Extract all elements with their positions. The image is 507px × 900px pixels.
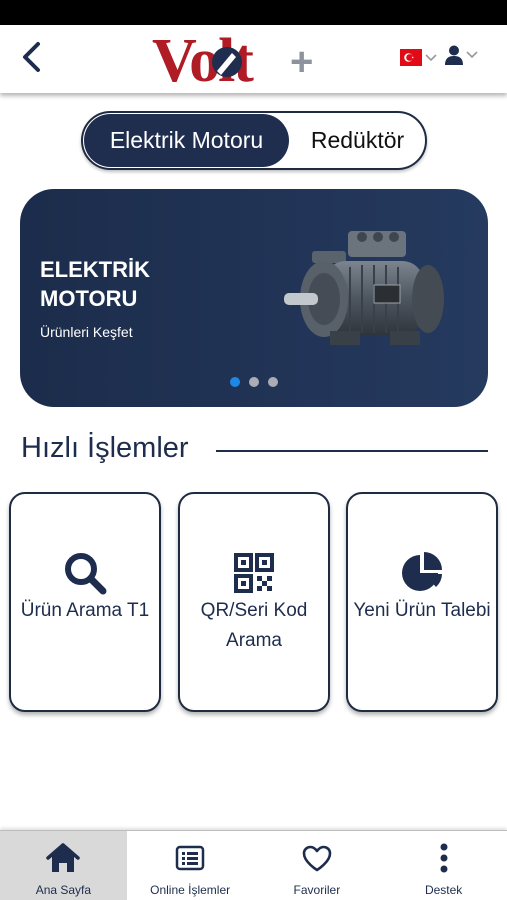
more-vertical-icon: [439, 841, 449, 875]
tab-reduktor[interactable]: Redüktör: [290, 113, 425, 168]
section-divider: [216, 450, 488, 452]
qr-code-icon: [231, 550, 277, 596]
chevron-down-icon: [466, 51, 478, 59]
carousel-indicator: [230, 377, 278, 387]
user-menu[interactable]: [444, 45, 478, 65]
new-product-request-card[interactable]: Yeni Ürün Talebi: [346, 492, 498, 712]
user-icon: [445, 45, 463, 65]
electric-motor-image: [284, 231, 444, 345]
list-icon: [175, 841, 205, 875]
bottom-navigation: Ana Sayfa Online İşlemler Favoriler Dest…: [0, 830, 507, 900]
nav-item-home[interactable]: Ana Sayfa: [0, 831, 127, 900]
back-button[interactable]: [14, 39, 50, 75]
carousel-dot[interactable]: [230, 377, 240, 387]
category-toggle: Elektrik Motoru Redüktör: [81, 111, 427, 170]
nav-item-favoriler[interactable]: Favoriler: [254, 831, 381, 900]
home-icon: [46, 841, 81, 875]
language-selector[interactable]: [400, 49, 437, 66]
heart-icon: [302, 841, 332, 875]
banner-title: ELEKTRİK MOTORU: [40, 257, 150, 311]
turkey-flag-icon: [400, 49, 422, 66]
card-label: Yeni Ürün Talebi: [353, 600, 491, 621]
nav-label: Ana Sayfa: [35, 883, 92, 897]
nav-label: Destek: [424, 883, 463, 897]
nav-label: Favoriler: [293, 883, 341, 897]
card-label: QR/Seri Kod Arama: [200, 600, 308, 651]
svg-text:+: +: [290, 40, 313, 84]
pie-chart-icon: [399, 550, 445, 596]
product-search-card[interactable]: Ürün Arama T1: [9, 492, 161, 712]
nav-item-destek[interactable]: Destek: [380, 831, 507, 900]
status-bar: [0, 0, 507, 25]
card-label: Ürün Arama T1: [20, 600, 150, 621]
search-icon: [62, 550, 108, 596]
qr-search-card[interactable]: QR/Seri Kod Arama: [178, 492, 330, 712]
carousel-dot[interactable]: [268, 377, 278, 387]
section-title: Hızlı İşlemler: [21, 432, 189, 464]
nav-label: Online İşlemler: [150, 883, 231, 897]
banner-explore-link[interactable]: Ürünleri Keşfet: [40, 324, 133, 340]
tab-elektrik-motoru[interactable]: Elektrik Motoru: [84, 114, 289, 167]
nav-item-online-islemler[interactable]: Online İşlemler: [127, 831, 254, 900]
carousel-dot[interactable]: [249, 377, 259, 387]
back-arrow-icon: [23, 42, 40, 72]
promo-banner[interactable]: ELEKTRİK MOTORU Ürünleri Keşfet: [20, 189, 488, 407]
chevron-down-icon: [425, 53, 437, 61]
volt-logo: Volt +: [152, 29, 313, 89]
app-header: Volt +: [0, 25, 507, 93]
